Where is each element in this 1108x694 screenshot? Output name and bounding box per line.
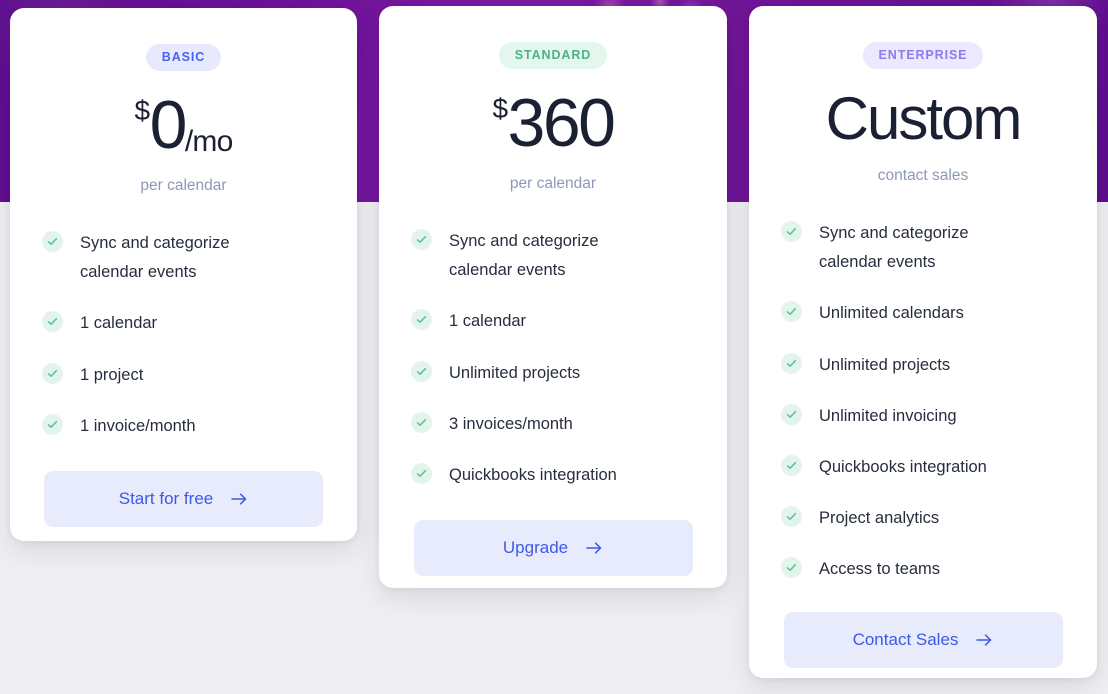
cta-label: Upgrade [502,538,569,558]
pricing-card-basic: BASIC $0/mo per calendar Sync and catego… [10,8,357,541]
feature-label: Quickbooks integration [449,466,617,485]
check-icon [411,463,432,485]
feature-label: 1 invoice/month [80,416,196,435]
check-icon [42,362,63,384]
list-item: Sync and categorize calendar events [781,219,1075,277]
feature-label: Access to teams [819,560,941,579]
price-currency: $ [492,93,508,124]
cta-label: Contact Sales [852,629,959,649]
check-icon [42,311,63,333]
contact-sales-button[interactable]: Contact Sales [783,611,1063,668]
check-icon [781,221,802,242]
feature-label: 3 invoices/month [449,414,573,433]
check-icon [781,455,802,477]
badge-row: ENTERPRISE [771,6,1075,69]
list-item: Sync and categorize calendar events [411,227,705,285]
feature-label: 1 calendar [449,312,527,331]
check-icon [411,229,432,250]
feature-label: 1 project [80,365,144,384]
list-item: 1 project [42,361,335,390]
plan-price-standard: $360 [401,89,705,157]
price-period: /mo [184,125,233,158]
list-item: 1 calendar [411,307,705,336]
feature-label: Sync and categorize calendar events [819,224,969,272]
price-currency: $ [134,95,150,126]
check-icon [42,231,63,252]
plan-price-enterprise: Custom [771,89,1075,149]
arrow-right-icon [231,492,248,506]
list-item: Sync and categorize calendar events [42,229,335,287]
feature-label: Unlimited projects [819,355,951,374]
cta-label: Start for free [118,489,214,509]
upgrade-button[interactable]: Upgrade [413,520,693,577]
check-icon [781,557,802,579]
plan-subtitle-standard: per calendar [509,175,597,192]
feature-label: Project analytics [819,509,940,528]
plan-subtitle-enterprise: contact sales [877,167,969,184]
check-icon [411,360,432,382]
feature-label: Sync and categorize calendar events [449,232,599,280]
list-item: Quickbooks integration [411,461,705,490]
list-item: Unlimited invoicing [781,402,1075,431]
badge-row: STANDARD [401,6,705,69]
check-icon [411,309,432,331]
feature-label: Unlimited projects [449,363,581,382]
plan-price-basic: $0/mo [32,91,335,159]
plan-badge-enterprise: ENTERPRISE [862,42,984,69]
feature-label: Unlimited calendars [819,304,964,323]
list-item: 1 invoice/month [42,412,335,441]
check-icon [781,403,802,425]
list-item: 3 invoices/month [411,410,705,439]
pricing-card-standard: STANDARD $360 per calendar Sync and cate… [379,6,727,588]
plan-badge-standard: STANDARD [498,42,608,69]
feature-list-standard: Sync and categorize calendar events 1 ca… [401,227,705,490]
list-item: Unlimited calendars [781,299,1075,328]
feature-list-basic: Sync and categorize calendar events 1 ca… [32,229,335,441]
list-item: Access to teams [781,555,1075,584]
list-item: Quickbooks integration [781,453,1075,482]
check-icon [781,352,802,374]
check-icon [781,506,802,528]
check-icon [411,411,432,433]
list-item: Project analytics [781,504,1075,533]
check-icon [42,413,63,435]
price-amount: 0 [149,87,188,163]
badge-row: BASIC [32,8,335,71]
arrow-right-icon [976,633,993,647]
price-amount: 360 [507,85,616,161]
list-item: Unlimited projects [781,351,1075,380]
list-item: Unlimited projects [411,359,705,388]
list-item: 1 calendar [42,309,335,338]
plan-subtitle-basic: per calendar [140,177,227,194]
price-amount: Custom [825,85,1023,152]
feature-list-enterprise: Sync and categorize calendar events Unli… [771,219,1075,585]
pricing-card-enterprise: ENTERPRISE Custom contact sales Sync and… [749,6,1097,678]
check-icon [781,301,802,323]
plan-badge-basic: BASIC [145,44,222,71]
feature-label: 1 calendar [80,314,158,333]
feature-label: Unlimited invoicing [819,406,957,425]
start-for-free-button[interactable]: Start for free [44,471,323,528]
feature-label: Sync and categorize calendar events [80,234,230,282]
arrow-right-icon [586,541,603,555]
feature-label: Quickbooks integration [819,458,987,477]
